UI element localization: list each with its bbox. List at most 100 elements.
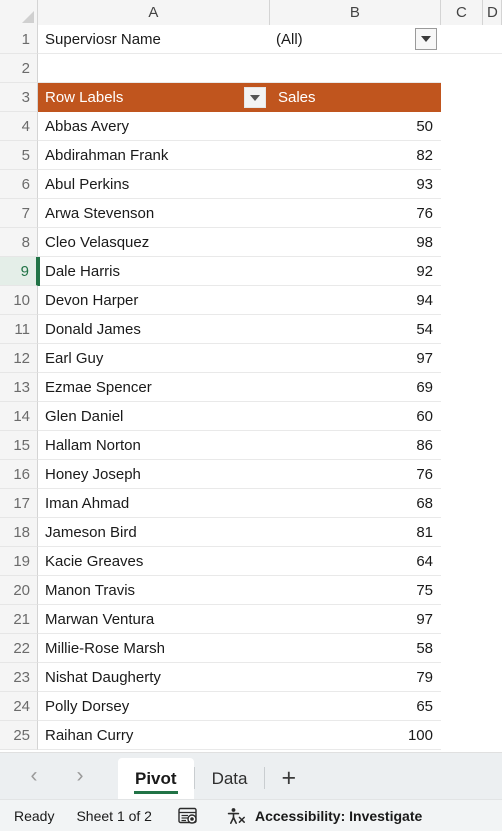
row-header-16[interactable]: 16: [0, 460, 38, 489]
cell-a10-name[interactable]: Devon Harper: [38, 286, 270, 315]
cell-d25[interactable]: [483, 721, 502, 750]
row-header-5[interactable]: 5: [0, 141, 38, 170]
cell-b12-sales[interactable]: 97: [270, 344, 441, 373]
cell-a1-filter-label[interactable]: Superviosr Name: [38, 25, 270, 54]
cell-d5[interactable]: [483, 141, 502, 170]
column-header-b[interactable]: B: [270, 0, 441, 25]
cell-a9-name[interactable]: Dale Harris: [38, 257, 270, 286]
cell-d2[interactable]: [483, 54, 502, 83]
cell-a5-name[interactable]: Abdirahman Frank: [38, 141, 270, 170]
cell-a13-name[interactable]: Ezmae Spencer: [38, 373, 270, 402]
cell-a25-name[interactable]: Raihan Curry: [38, 721, 270, 750]
status-sheet-count[interactable]: Sheet 1 of 2: [54, 808, 152, 824]
row-header-24[interactable]: 24: [0, 692, 38, 721]
cell-d13[interactable]: [483, 373, 502, 402]
row-header-25[interactable]: 25: [0, 721, 38, 750]
cell-c18[interactable]: [441, 518, 483, 547]
cell-c7[interactable]: [441, 199, 483, 228]
cell-d22[interactable]: [483, 634, 502, 663]
cell-b20-sales[interactable]: 75: [270, 576, 441, 605]
row-header-6[interactable]: 6: [0, 170, 38, 199]
cell-b7-sales[interactable]: 76: [270, 199, 441, 228]
sheet-tab-pivot[interactable]: Pivot: [118, 758, 194, 799]
cell-a20-name[interactable]: Manon Travis: [38, 576, 270, 605]
record-macro-icon[interactable]: [152, 807, 198, 825]
cell-d8[interactable]: [483, 228, 502, 257]
cell-d21[interactable]: [483, 605, 502, 634]
cell-b10-sales[interactable]: 94: [270, 286, 441, 315]
cell-c20[interactable]: [441, 576, 483, 605]
cell-c22[interactable]: [441, 634, 483, 663]
cell-d11[interactable]: [483, 315, 502, 344]
row-header-13[interactable]: 13: [0, 373, 38, 402]
cell-d14[interactable]: [483, 402, 502, 431]
cell-b18-sales[interactable]: 81: [270, 518, 441, 547]
cell-c8[interactable]: [441, 228, 483, 257]
cell-a22-name[interactable]: Millie-Rose Marsh: [38, 634, 270, 663]
row-header-17[interactable]: 17: [0, 489, 38, 518]
cell-d9[interactable]: [483, 257, 502, 286]
cell-c4[interactable]: [441, 112, 483, 141]
cell-b24-sales[interactable]: 65: [270, 692, 441, 721]
accessibility-status-text[interactable]: Accessibility: Investigate: [246, 808, 422, 824]
row-labels-dropdown-icon[interactable]: [244, 87, 266, 108]
cell-a23-name[interactable]: Nishat Daugherty: [38, 663, 270, 692]
cell-c3[interactable]: [441, 83, 483, 112]
cell-b2[interactable]: [270, 54, 441, 83]
row-header-19[interactable]: 19: [0, 547, 38, 576]
cell-c1[interactable]: [441, 25, 483, 54]
cell-a15-name[interactable]: Hallam Norton: [38, 431, 270, 460]
row-header-1[interactable]: 1: [0, 25, 38, 54]
cell-d3[interactable]: [483, 83, 502, 112]
cell-d24[interactable]: [483, 692, 502, 721]
chevron-right-icon[interactable]: ›: [72, 765, 88, 786]
cell-a21-name[interactable]: Marwan Ventura: [38, 605, 270, 634]
cell-b6-sales[interactable]: 93: [270, 170, 441, 199]
cell-a19-name[interactable]: Kacie Greaves: [38, 547, 270, 576]
cell-d19[interactable]: [483, 547, 502, 576]
sheet-tab-data[interactable]: Data: [195, 758, 265, 799]
cell-c11[interactable]: [441, 315, 483, 344]
cell-c6[interactable]: [441, 170, 483, 199]
cell-b15-sales[interactable]: 86: [270, 431, 441, 460]
cell-d4[interactable]: [483, 112, 502, 141]
cell-a24-name[interactable]: Polly Dorsey: [38, 692, 270, 721]
row-header-2[interactable]: 2: [0, 54, 38, 83]
cell-d16[interactable]: [483, 460, 502, 489]
row-header-4[interactable]: 4: [0, 112, 38, 141]
row-header-21[interactable]: 21: [0, 605, 38, 634]
row-header-3[interactable]: 3: [0, 83, 38, 112]
row-header-18[interactable]: 18: [0, 518, 38, 547]
cell-b5-sales[interactable]: 82: [270, 141, 441, 170]
cell-c16[interactable]: [441, 460, 483, 489]
cell-d1[interactable]: [483, 25, 502, 54]
cell-a6-name[interactable]: Abul Perkins: [38, 170, 270, 199]
cell-d15[interactable]: [483, 431, 502, 460]
cell-b13-sales[interactable]: 69: [270, 373, 441, 402]
cell-a3-row-labels[interactable]: Row Labels: [38, 83, 270, 112]
row-header-10[interactable]: 10: [0, 286, 38, 315]
row-header-9[interactable]: 9: [0, 257, 38, 286]
column-header-c[interactable]: C: [441, 0, 483, 25]
cell-a4-name[interactable]: Abbas Avery: [38, 112, 270, 141]
cell-b16-sales[interactable]: 76: [270, 460, 441, 489]
spreadsheet-grid[interactable]: 1 Superviosr Name (All) 2 3 Row Labels S…: [0, 25, 502, 752]
filter-dropdown-icon[interactable]: [415, 28, 437, 50]
row-header-12[interactable]: 12: [0, 344, 38, 373]
cell-b1-filter-value[interactable]: (All): [270, 25, 441, 54]
cell-a17-name[interactable]: Iman Ahmad: [38, 489, 270, 518]
cell-c14[interactable]: [441, 402, 483, 431]
cell-d10[interactable]: [483, 286, 502, 315]
chevron-left-icon[interactable]: ‹: [26, 765, 42, 786]
cell-b21-sales[interactable]: 97: [270, 605, 441, 634]
column-header-a[interactable]: A: [38, 0, 270, 25]
cell-b23-sales[interactable]: 79: [270, 663, 441, 692]
row-header-11[interactable]: 11: [0, 315, 38, 344]
cell-d17[interactable]: [483, 489, 502, 518]
cell-c21[interactable]: [441, 605, 483, 634]
accessibility-icon[interactable]: [198, 807, 246, 825]
cell-b25-sales[interactable]: 100: [270, 721, 441, 750]
cell-a18-name[interactable]: Jameson Bird: [38, 518, 270, 547]
select-all-button[interactable]: [0, 0, 38, 25]
cell-b17-sales[interactable]: 68: [270, 489, 441, 518]
